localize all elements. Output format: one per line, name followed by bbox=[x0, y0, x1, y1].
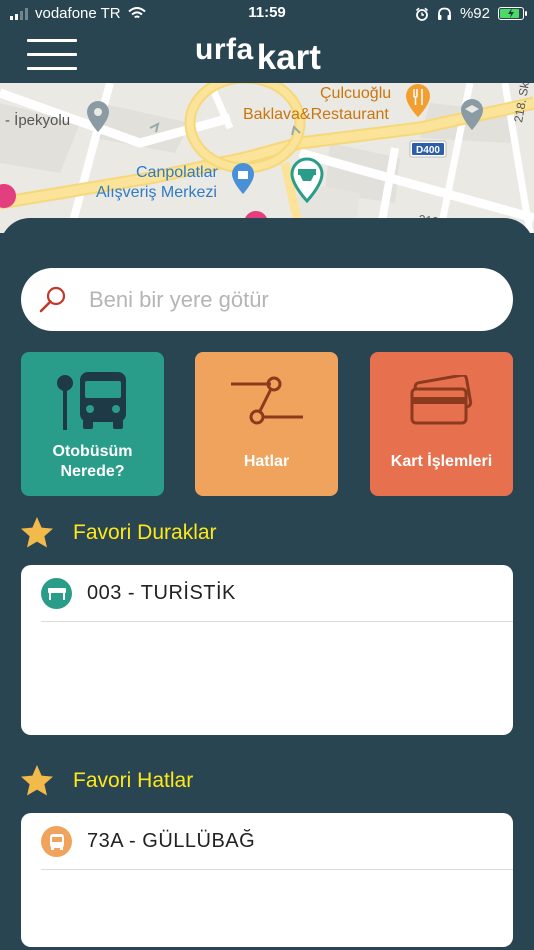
route-icon bbox=[230, 376, 303, 425]
map-label-mall-1: Canpolatlar bbox=[136, 164, 219, 181]
battery-percent: %92 bbox=[459, 5, 490, 22]
favorite-line-label: 73A - GÜLLÜBAĞ bbox=[87, 830, 256, 852]
star-icon bbox=[21, 517, 53, 548]
divider bbox=[41, 869, 513, 870]
tile-label-line1: Otobüsüm bbox=[52, 443, 133, 460]
favorite-stop-label: 003 - TURİSTİK bbox=[87, 582, 236, 604]
search-bar[interactable] bbox=[21, 268, 513, 331]
star-icon bbox=[21, 765, 53, 796]
favorite-lines-card: 73A - GÜLLÜBAĞ bbox=[21, 813, 513, 947]
app-logo: urfakart bbox=[195, 30, 321, 77]
map-label-mall-2: Alışveriş Merkezi bbox=[96, 184, 217, 201]
status-right: %92 bbox=[415, 5, 527, 22]
favorite-stops-header: Favori Duraklar bbox=[20, 515, 217, 551]
logo-text-kart: kart bbox=[256, 38, 321, 77]
battery-icon bbox=[498, 7, 527, 20]
road-d400-label: D400 bbox=[416, 145, 440, 156]
card-icon bbox=[410, 375, 472, 425]
app-header: urfakart bbox=[0, 28, 534, 83]
bus-icon bbox=[41, 826, 72, 857]
bus-stop-icon bbox=[41, 578, 72, 609]
bus-stop-icon bbox=[56, 372, 126, 430]
tile-label-card-operations: Kart İşlemleri bbox=[390, 453, 493, 470]
headphones-icon bbox=[437, 7, 451, 20]
map-canvas: D400 - İpekyolu Çulcuoğlu Baklava&Restau… bbox=[0, 83, 534, 233]
map-label-ipekyolu: - İpekyolu bbox=[5, 111, 70, 129]
search-input[interactable] bbox=[89, 278, 489, 321]
tile-where-is-my-bus[interactable]: Otobüsüm Nerede? bbox=[21, 352, 164, 496]
tile-lines[interactable]: Hatlar bbox=[195, 352, 338, 496]
favorite-stops-title: Favori Duraklar bbox=[73, 521, 217, 544]
favorite-stops-card: 003 - TURİSTİK bbox=[21, 565, 513, 735]
status-bar: vodafone TR 11:59 %92 bbox=[0, 0, 534, 28]
map-label-restaurant-1: Çulcuoğlu bbox=[320, 85, 391, 102]
tile-card-operations[interactable]: Kart İşlemleri bbox=[370, 352, 513, 496]
search-icon bbox=[39, 286, 66, 313]
favorite-stop-item[interactable]: 003 - TURİSTİK bbox=[41, 578, 513, 634]
map-view[interactable]: D400 - İpekyolu Çulcuoğlu Baklava&Restau… bbox=[0, 83, 534, 233]
favorite-lines-header: Favori Hatlar bbox=[20, 763, 193, 799]
alarm-icon bbox=[415, 7, 429, 21]
tile-label-line2: Nerede? bbox=[60, 463, 125, 480]
hamburger-menu-icon[interactable] bbox=[27, 34, 77, 70]
favorite-line-item[interactable]: 73A - GÜLLÜBAĞ bbox=[41, 826, 513, 882]
divider bbox=[41, 621, 513, 622]
tile-label-lines: Hatlar bbox=[243, 453, 290, 470]
logo-text-urfa: urfa bbox=[195, 33, 254, 66]
tile-label-where-is-my-bus: Otobüsüm Nerede? bbox=[21, 442, 164, 482]
map-label-restaurant-2: Baklava&Restaurant bbox=[243, 106, 389, 123]
favorite-lines-title: Favori Hatlar bbox=[73, 769, 194, 792]
